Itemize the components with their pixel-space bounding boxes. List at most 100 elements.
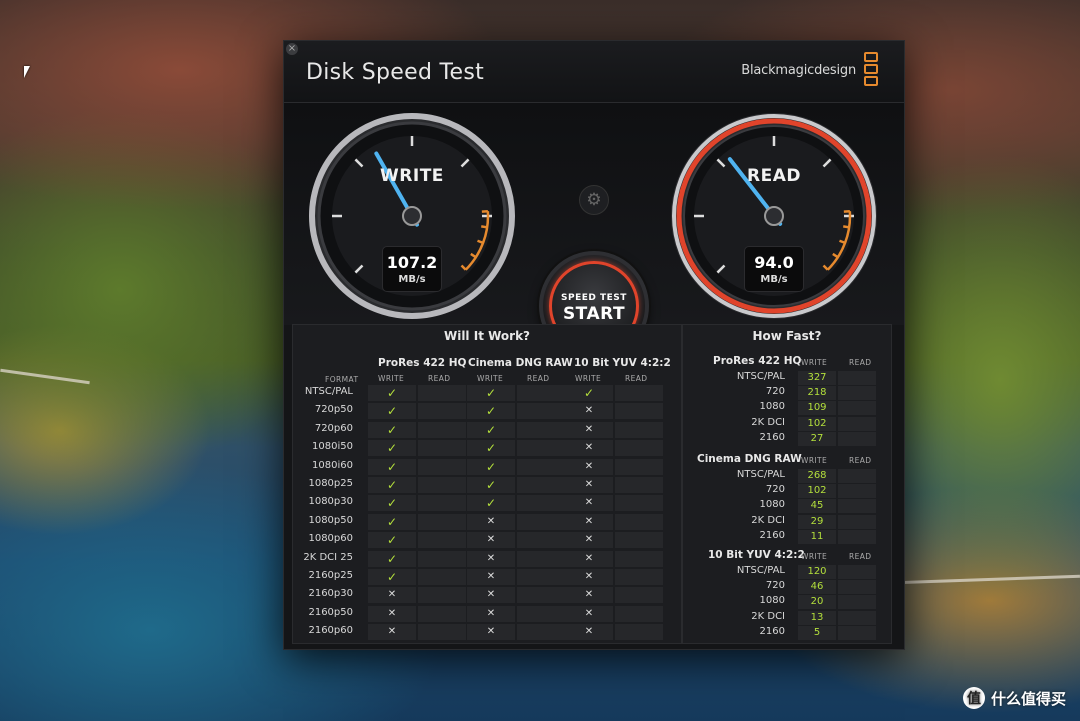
cross-icon: ✕ <box>486 515 496 527</box>
how-fast-format-label: 1080 <box>759 595 785 607</box>
how-fast-format-label: 2K DCI <box>751 514 785 526</box>
result-cell <box>418 532 466 549</box>
how-fast-format-label: 1080 <box>759 499 785 511</box>
brand-name: Blackmagicdesign <box>741 63 856 78</box>
how-fast-cell <box>838 431 876 446</box>
check-icon: ✓ <box>485 386 497 400</box>
result-cell <box>418 403 466 420</box>
result-cell <box>517 477 565 493</box>
how-fast-format-label: 720 <box>765 484 785 496</box>
result-cell <box>517 550 565 567</box>
how-fast-write-value: 45 <box>810 500 824 512</box>
check-icon: ✓ <box>386 570 398 584</box>
start-button-line2: START <box>562 304 626 324</box>
write-gauge-label: WRITE <box>380 166 444 186</box>
cinema-read-header: READ <box>527 374 550 383</box>
result-cell <box>418 385 466 401</box>
cross-icon: ✕ <box>584 626 594 638</box>
result-cell <box>615 458 663 475</box>
watermark-logo-icon: 值 <box>962 687 985 709</box>
how-fast-format-label: 2160 <box>759 625 785 637</box>
write-speed-value: 107.2 <box>386 253 438 272</box>
format-label: 2K DCI 25 <box>303 551 353 563</box>
will-it-work-title: Will It Work? <box>443 329 531 343</box>
how-fast-write-value: 20 <box>810 596 824 608</box>
result-cell <box>517 605 565 622</box>
write-gauge: WRITE 107.2 MB/s <box>307 111 517 321</box>
result-cell <box>418 513 466 530</box>
result-cell <box>615 569 663 585</box>
how-fast-section-title: 10 Bit YUV 4:2:2 <box>708 549 805 561</box>
cross-icon: ✕ <box>584 405 594 417</box>
check-icon: ✓ <box>485 404 497 419</box>
result-cell <box>615 421 663 438</box>
check-icon: ✓ <box>386 478 398 492</box>
result-cell <box>615 440 663 457</box>
cross-icon: ✕ <box>584 571 594 582</box>
check-icon: ✓ <box>386 459 398 474</box>
how-fast-cell <box>838 580 876 595</box>
cross-icon: ✕ <box>486 552 496 564</box>
how-fast-write-header: WRITE <box>801 552 828 561</box>
cinema-write-header: WRITE <box>477 374 504 383</box>
check-icon: ✓ <box>386 496 398 511</box>
result-cell <box>517 624 565 641</box>
wallpaper-road <box>0 368 90 385</box>
how-fast-write-value: 109 <box>807 402 827 414</box>
window-header: Disk Speed Test Blackmagicdesign <box>284 41 904 103</box>
result-cell <box>615 477 663 493</box>
how-fast-write-value: 268 <box>807 470 827 481</box>
how-fast-read-header: READ <box>849 552 872 561</box>
how-fast-format-label: NTSC/PAL <box>736 371 785 382</box>
how-fast-write-value: 27 <box>810 432 824 444</box>
start-button-line1: SPEED TEST <box>561 293 627 303</box>
how-fast-format-label: NTSC/PAL <box>736 565 785 576</box>
check-icon: ✓ <box>386 533 398 548</box>
watermark: 值 什么值得买 <box>962 687 1066 709</box>
prores-read-header: READ <box>428 374 451 383</box>
how-fast-panel: How Fast? ProRes 422 HQ WRITE READ NTSC/PAL… <box>682 324 892 644</box>
cross-icon: ✕ <box>486 589 496 601</box>
result-cell <box>615 532 663 549</box>
result-cell <box>517 440 565 457</box>
cross-icon: ✕ <box>387 589 397 601</box>
cross-icon: ✕ <box>584 607 594 619</box>
how-fast-format-label: NTSC/PAL <box>736 469 785 480</box>
how-fast-format-label: 1080 <box>759 401 785 413</box>
result-cell <box>418 495 466 512</box>
cross-icon: ✕ <box>387 607 397 619</box>
mouse-cursor <box>24 66 36 78</box>
result-cell <box>418 605 466 622</box>
cross-icon: ✕ <box>584 460 594 472</box>
result-cell <box>615 587 663 604</box>
format-label: 1080p60 <box>308 533 353 545</box>
how-fast-cell <box>838 416 876 431</box>
cross-icon: ✕ <box>486 607 496 619</box>
result-cell <box>517 403 565 420</box>
wallpaper-road <box>895 574 1080 585</box>
how-fast-title: How Fast? <box>752 329 822 343</box>
check-icon: ✓ <box>386 441 398 456</box>
result-cell <box>517 421 565 438</box>
format-label: 1080p30 <box>308 496 353 508</box>
how-fast-format-label: 2160 <box>759 431 785 443</box>
how-fast-format-label: 2160 <box>759 529 785 541</box>
how-fast-section-title: ProRes 422 HQ <box>713 355 802 367</box>
cross-icon: ✕ <box>584 589 594 601</box>
how-fast-cell <box>838 469 876 483</box>
result-cell <box>517 532 565 549</box>
watermark-text: 什么值得买 <box>990 689 1066 708</box>
cross-icon: ✕ <box>486 534 496 546</box>
format-label: 1080p25 <box>308 478 353 489</box>
how-fast-write-value: 5 <box>813 626 821 638</box>
how-fast-cell <box>838 499 876 514</box>
how-fast-cell <box>838 386 876 401</box>
how-fast-format-label: 720 <box>765 386 785 398</box>
format-label: 1080i50 <box>312 441 353 453</box>
result-cell <box>418 477 466 493</box>
how-fast-write-header: WRITE <box>801 456 828 465</box>
settings-gear-icon[interactable]: ⚙ <box>579 185 609 215</box>
result-cell <box>418 440 466 457</box>
close-button[interactable]: × <box>286 43 298 55</box>
format-label: 720p60 <box>314 422 353 434</box>
